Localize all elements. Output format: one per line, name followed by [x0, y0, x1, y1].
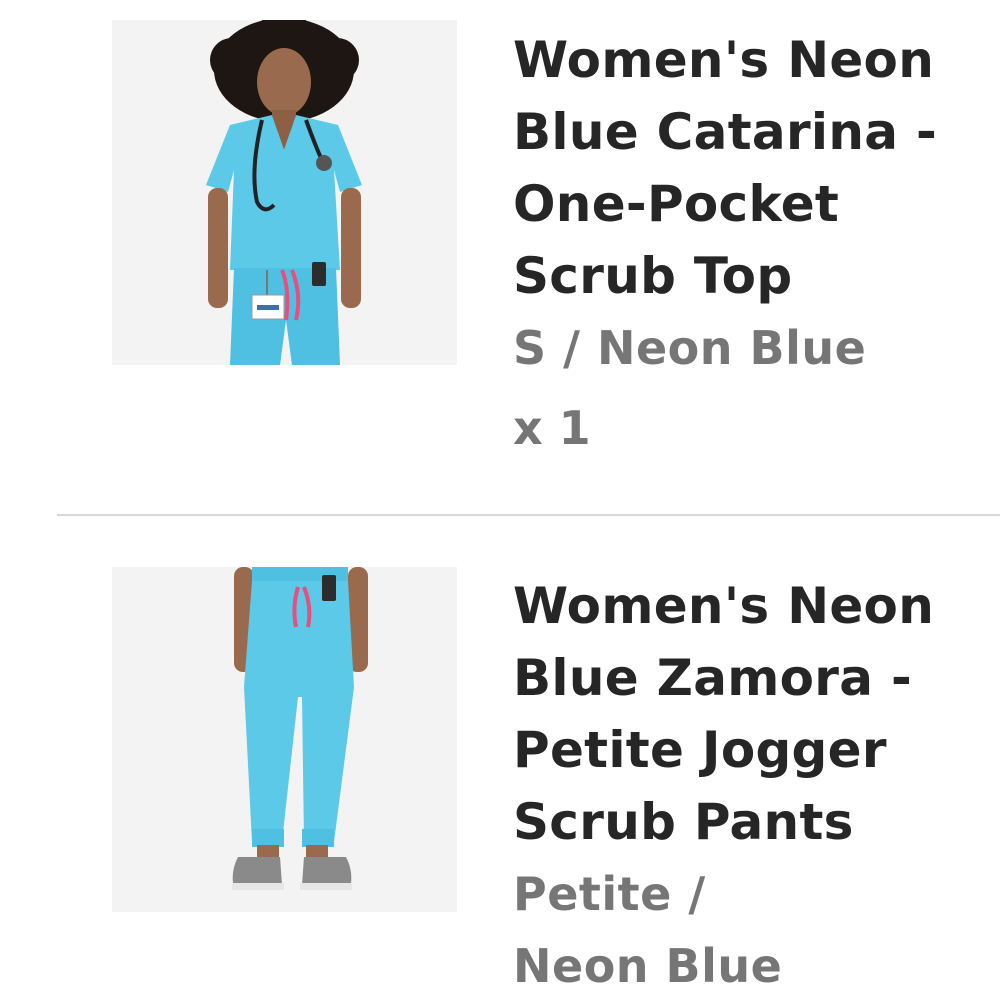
title-line: Scrub Pants: [513, 793, 854, 851]
cart-items-list: Women's Neon Blue Catarina - One-Pocket …: [0, 0, 1000, 1000]
variant-line: S / Neon Blue: [513, 321, 867, 375]
product-title[interactable]: Women's Neon Blue Catarina - One-Pocket …: [513, 24, 993, 312]
title-line: One-Pocket: [513, 175, 840, 233]
cart-item: Women's Neon Blue Zamora - Petite Jogger…: [0, 516, 1000, 1000]
product-image-jogger-pants[interactable]: [112, 567, 457, 912]
variant-line: Petite /: [513, 867, 706, 921]
title-line: Blue Zamora -: [513, 649, 913, 707]
product-quantity: x 1: [513, 401, 591, 455]
variant-line: Neon Blue: [513, 939, 783, 993]
title-line: Women's Neon: [513, 31, 935, 89]
product-info: Women's Neon Blue Zamora - Petite Jogger…: [513, 570, 993, 1000]
scrub-top-photo: [112, 20, 457, 365]
product-info: Women's Neon Blue Catarina - One-Pocket …: [513, 24, 993, 464]
title-line: Petite Jogger: [513, 721, 887, 779]
title-line: Blue Catarina -: [513, 103, 938, 161]
cart-item: Women's Neon Blue Catarina - One-Pocket …: [0, 0, 1000, 514]
title-line: Scrub Top: [513, 247, 793, 305]
product-image-scrub-top[interactable]: [112, 20, 457, 365]
product-variant: Petite / Neon Blue: [513, 858, 993, 1000]
jogger-pants-photo: [112, 567, 457, 912]
product-variant: S / Neon Blue: [513, 312, 993, 384]
product-title[interactable]: Women's Neon Blue Zamora - Petite Jogger…: [513, 570, 993, 858]
title-line: Women's Neon: [513, 577, 935, 635]
